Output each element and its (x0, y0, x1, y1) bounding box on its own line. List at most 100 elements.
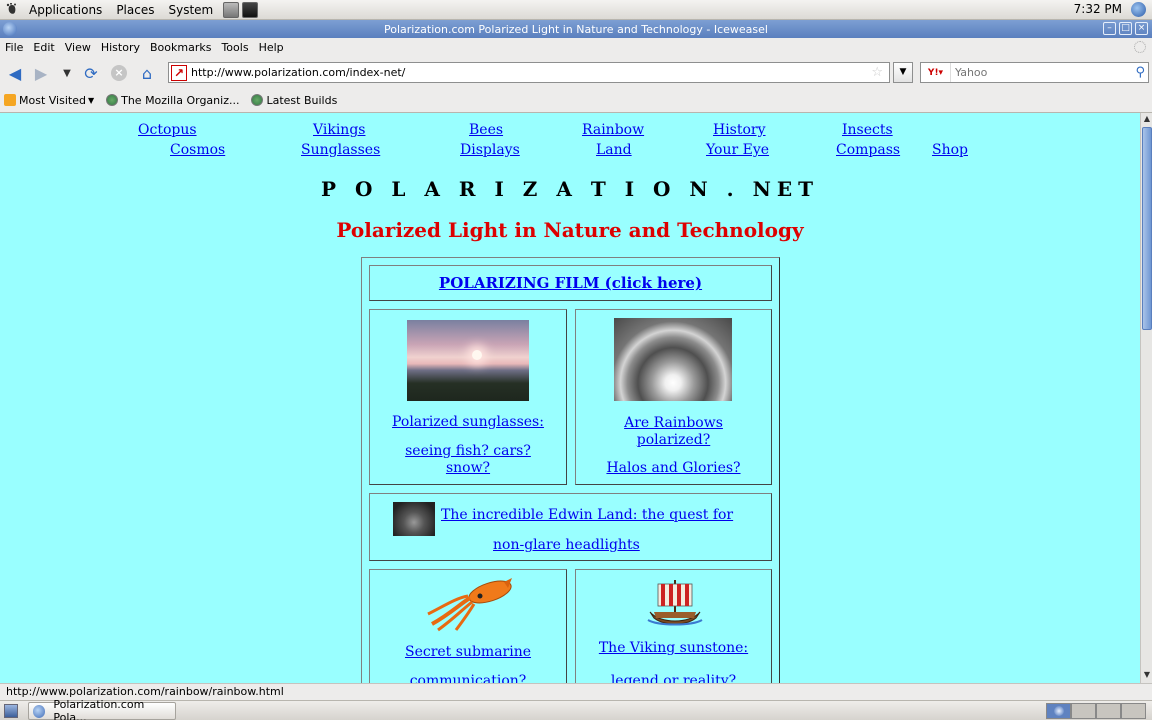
workspace-4[interactable] (1121, 703, 1146, 719)
bookmark-mozilla[interactable]: The Mozilla Organiz... (106, 94, 239, 107)
workspace-2[interactable] (1071, 703, 1096, 719)
mozilla-icon (106, 94, 119, 106)
sunglasses-subtitle-link[interactable]: seeing fish? cars? snow? (405, 443, 531, 476)
menubar: File Edit View History Bookmarks Tools H… (0, 38, 1152, 56)
iceweasel-icon[interactable] (3, 22, 17, 36)
chevron-down-icon: ▼ (87, 95, 95, 105)
bookmark-most-visited[interactable]: Most Visited ▼ (4, 94, 94, 107)
link-octopus[interactable]: Octopus (138, 122, 197, 138)
viking-ship-image[interactable] (646, 576, 704, 628)
network-icon[interactable] (1131, 2, 1146, 17)
sunset-photo[interactable] (407, 320, 529, 401)
menu-file[interactable]: File (0, 41, 28, 54)
link-rainbow[interactable]: Rainbow (582, 122, 644, 138)
terminal-launcher-icon[interactable] (242, 1, 259, 18)
app-launcher-icon[interactable] (223, 1, 240, 18)
viking-sunstone-link[interactable]: The Viking sunstone: (599, 640, 748, 656)
link-cosmos[interactable]: Cosmos (170, 142, 225, 158)
link-vikings[interactable]: Vikings (313, 122, 365, 138)
sun-glow (472, 350, 482, 360)
bookmark-label: Latest Builds (266, 93, 338, 107)
bookmark-label: Most Visited (19, 93, 86, 107)
stop-button[interactable]: × (110, 64, 128, 82)
viking-legend-link[interactable]: legend or reality? (611, 673, 736, 683)
home-button[interactable]: ⌂ (138, 64, 156, 83)
close-icon[interactable]: × (1135, 22, 1148, 35)
search-bar[interactable]: Y!▾ ⚲ (920, 62, 1149, 83)
yahoo-engine-icon[interactable]: Y!▾ (921, 63, 951, 82)
places-menu[interactable]: Places (109, 3, 161, 17)
menu-view[interactable]: View (60, 41, 96, 54)
halos-link[interactable]: Halos and Glories? (606, 460, 740, 476)
history-dropdown-icon[interactable]: ▼ (58, 64, 76, 82)
workspace-1[interactable] (1046, 703, 1071, 719)
menu-edit[interactable]: Edit (28, 41, 59, 54)
land-cell: The incredible Edwin Land: the quest for… (369, 493, 772, 561)
link-bees[interactable]: Bees (469, 122, 503, 138)
bookmark-star-icon[interactable]: ☆ (871, 65, 883, 80)
minimize-icon[interactable]: – (1103, 22, 1116, 35)
menu-history[interactable]: History (96, 41, 145, 54)
bookmarks-toolbar: Most Visited ▼ The Mozilla Organiz... La… (0, 88, 1152, 113)
link-land[interactable]: Land (596, 142, 632, 158)
film-cell: POLARIZING FILM (click here) (369, 265, 772, 301)
reload-button[interactable]: ⟳ (82, 64, 100, 83)
menu-bookmarks[interactable]: Bookmarks (145, 41, 216, 54)
submarine-communication-link[interactable]: communication? (410, 673, 527, 683)
headlights-link[interactable]: non-glare headlights (493, 537, 640, 553)
link-displays[interactable]: Displays (460, 142, 520, 158)
link-compass[interactable]: Compass (836, 142, 900, 158)
gnome-foot-icon[interactable] (4, 2, 20, 18)
panel-clock[interactable]: 7:32 PM (1074, 2, 1122, 16)
site-favicon-icon: ↗ (171, 64, 187, 81)
link-history[interactable]: History (713, 122, 766, 138)
mozilla-icon (251, 94, 264, 106)
applications-menu[interactable]: Applications (22, 3, 109, 17)
back-button[interactable]: ◀ (6, 64, 24, 83)
search-icon[interactable]: ⚲ (1135, 65, 1145, 80)
window-title: Polarization.com Polarized Light in Natu… (384, 22, 768, 36)
url-input[interactable] (191, 66, 872, 79)
submarine-link[interactable]: Secret submarine (405, 644, 531, 660)
page-content: Octopus Vikings Bees Rainbow History Ins… (0, 113, 1140, 683)
bookmark-latest-builds[interactable]: Latest Builds (251, 94, 337, 107)
forward-button[interactable]: ▶ (32, 64, 50, 83)
link-your-eye[interactable]: Your Eye (706, 142, 769, 158)
sunglasses-link[interactable]: Polarized sunglasses: (392, 414, 544, 430)
scroll-down-icon[interactable]: ▼ (1142, 670, 1152, 682)
menu-help[interactable]: Help (254, 41, 289, 54)
maximize-icon[interactable]: □ (1119, 22, 1132, 35)
viking-cell: The Viking sunstone: legend or reality? (575, 569, 772, 683)
link-sunglasses[interactable]: Sunglasses (301, 142, 380, 158)
rainbows-link[interactable]: Are Rainbows polarized? (624, 415, 723, 448)
throbber-icon (1134, 41, 1146, 53)
url-dropdown-button[interactable]: ▼ (893, 62, 913, 83)
window-titlebar[interactable]: Polarization.com Polarized Light in Natu… (0, 20, 1152, 38)
search-input[interactable] (951, 66, 1136, 79)
navigation-toolbar: ◀ ▶ ▼ ⟳ × ⌂ ↗ ☆ ▼ Y!▾ ⚲ (0, 56, 1152, 88)
stop-icon: × (111, 65, 127, 81)
site-title: P O L A R I Z A T I O N . NET (321, 177, 819, 201)
scroll-up-icon[interactable]: ▲ (1142, 114, 1152, 126)
main-table: POLARIZING FILM (click here) Polarized s… (361, 257, 780, 683)
taskbar-window-label: Polarization.com Pola... (53, 698, 145, 720)
halo-photo[interactable] (614, 318, 732, 401)
scrollbar-thumb[interactable] (1142, 127, 1152, 330)
sunglasses-cell: Polarized sunglasses: seeing fish? cars?… (369, 309, 567, 485)
polarizing-film-link[interactable]: POLARIZING FILM (click here) (439, 274, 702, 292)
edwin-land-link[interactable]: The incredible Edwin Land: the quest for (441, 507, 733, 523)
headlight-photo[interactable] (393, 502, 435, 536)
link-insects[interactable]: Insects (842, 122, 893, 138)
squid-image[interactable] (422, 576, 514, 632)
rainbow-cell: Are Rainbows polarized? Halos and Glorie… (575, 309, 772, 485)
taskbar-window-button[interactable]: Polarization.com Pola... (28, 698, 176, 720)
show-desktop-icon[interactable] (4, 704, 18, 718)
system-menu[interactable]: System (161, 3, 220, 17)
link-shop[interactable]: Shop (932, 142, 968, 158)
url-bar[interactable]: ↗ ☆ (168, 62, 890, 83)
menu-tools[interactable]: Tools (216, 41, 253, 54)
workspace-3[interactable] (1096, 703, 1121, 719)
bookmark-label: The Mozilla Organiz... (121, 93, 240, 107)
vertical-scrollbar[interactable]: ▲ ▼ (1140, 113, 1152, 683)
submarine-cell: Secret submarine communication? (369, 569, 567, 683)
